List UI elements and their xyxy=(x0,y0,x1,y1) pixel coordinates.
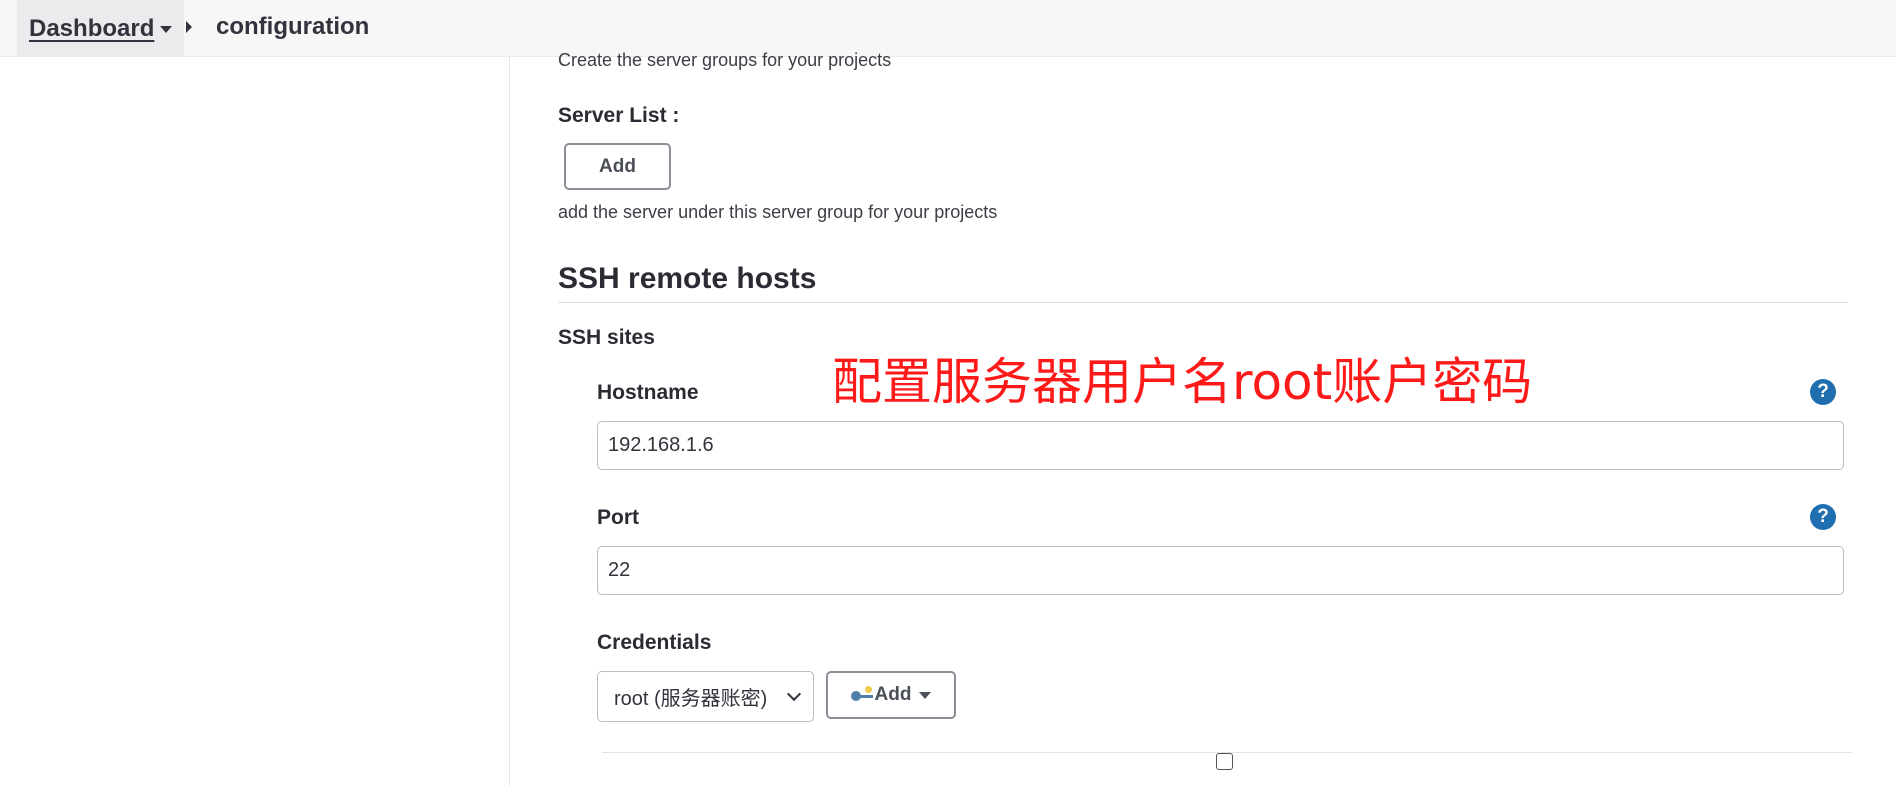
ssh-section-title: SSH remote hosts xyxy=(558,262,817,295)
help-icon[interactable]: ? xyxy=(1810,379,1836,405)
key-icon xyxy=(850,686,875,704)
help-glyph: ? xyxy=(1817,506,1829,527)
server-groups-helper: Create the server groups for your projec… xyxy=(558,50,892,70)
breadcrumb-bar: Dashboard configuration xyxy=(0,0,1896,57)
credentials-select[interactable]: root (服务器账密) xyxy=(597,671,814,722)
add-server-button[interactable]: Add xyxy=(564,143,671,190)
chevron-right-icon xyxy=(186,21,192,33)
hostname-input[interactable] xyxy=(597,421,1844,470)
option-checkbox[interactable] xyxy=(1216,753,1233,770)
help-glyph: ? xyxy=(1817,381,1829,402)
server-list-label: Server List : xyxy=(558,104,680,127)
annotation-text: 配置服务器用户名root账户密码 xyxy=(832,353,1533,411)
caret-down-icon xyxy=(919,691,932,699)
help-icon[interactable]: ? xyxy=(1810,504,1836,530)
server-list-helper: add the server under this server group f… xyxy=(558,202,998,222)
chevron-down-icon xyxy=(786,686,802,701)
section-divider xyxy=(558,302,1848,303)
breadcrumb-dashboard-label[interactable]: Dashboard xyxy=(29,15,154,43)
breadcrumb-dashboard[interactable]: Dashboard xyxy=(17,0,185,57)
sidebar-divider xyxy=(509,57,510,786)
hostname-label: Hostname xyxy=(597,381,699,404)
port-input[interactable] xyxy=(597,546,1844,595)
add-server-button-label: Add xyxy=(599,155,636,177)
breadcrumb-current[interactable]: configuration xyxy=(216,13,369,41)
credentials-label: Credentials xyxy=(597,631,712,654)
add-credentials-button[interactable]: Add xyxy=(826,671,956,719)
credentials-selected-value: root (服务器账密) xyxy=(614,688,768,710)
add-credentials-label: Add xyxy=(874,684,912,705)
ssh-sites-label: SSH sites xyxy=(558,326,655,349)
caret-down-icon[interactable] xyxy=(160,26,173,33)
port-label: Port xyxy=(597,506,639,529)
